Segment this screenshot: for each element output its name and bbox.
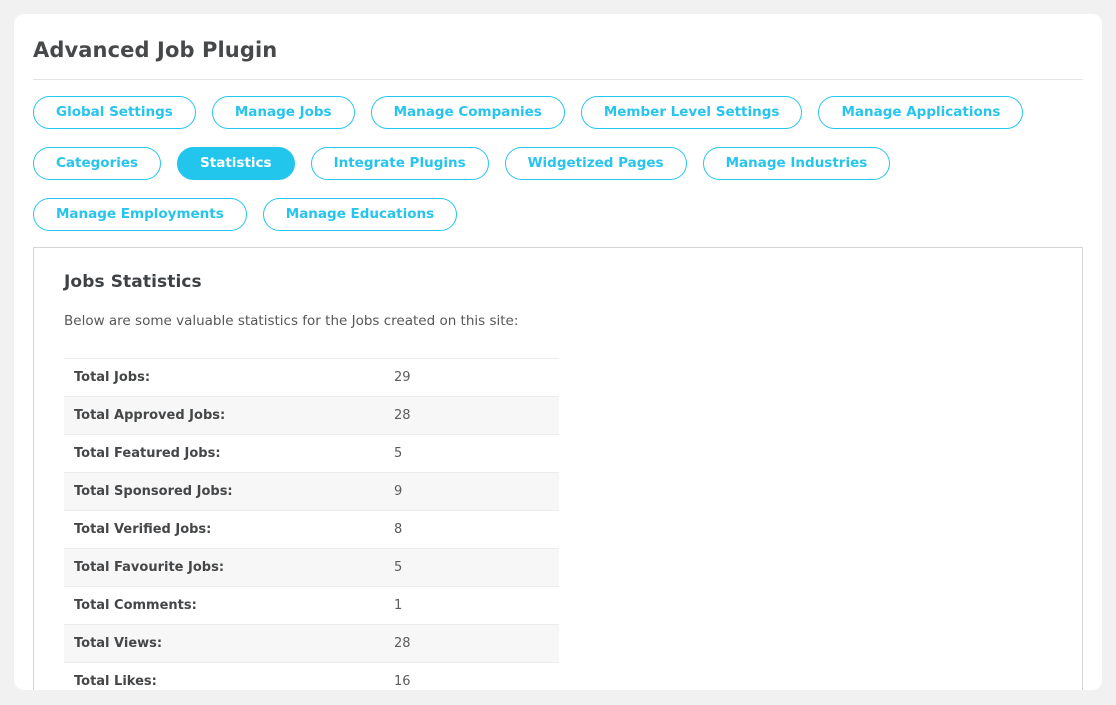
tab-manage-companies[interactable]: Manage Companies <box>370 96 565 129</box>
admin-page-card: Advanced Job Plugin Global Settings Manag… <box>14 14 1102 690</box>
tab-manage-educations[interactable]: Manage Educations <box>262 198 458 231</box>
stat-value: 29 <box>386 357 559 397</box>
table-row: Total Likes: 16 <box>64 661 559 690</box>
tab-manage-industries[interactable]: Manage Industries <box>702 147 891 180</box>
stat-label: Total Verified Jobs: <box>64 509 386 549</box>
stat-value: 5 <box>386 433 559 473</box>
panel-description: Below are some valuable statistics for t… <box>64 313 519 329</box>
table-row: Total Comments: 1 <box>64 585 559 625</box>
stat-value: 5 <box>386 547 559 587</box>
stat-value: 28 <box>386 395 559 435</box>
stat-label: Total Featured Jobs: <box>64 433 386 473</box>
stat-label: Total Favourite Jobs: <box>64 547 386 587</box>
tab-bar: Global Settings Manage Jobs Manage Compani… <box>14 80 1102 231</box>
table-row: Total Views: 28 <box>64 623 559 663</box>
tab-member-level-settings[interactable]: Member Level Settings <box>580 96 803 129</box>
stat-value: 28 <box>386 623 559 663</box>
stat-value: 1 <box>386 585 559 625</box>
stat-label: Total Comments: <box>64 585 386 625</box>
table-row: Total Jobs: 29 <box>64 357 559 397</box>
page-title: Advanced Job Plugin <box>33 38 278 62</box>
tab-manage-applications[interactable]: Manage Applications <box>818 96 1024 129</box>
tab-statistics[interactable]: Statistics <box>177 147 295 180</box>
stat-label: Total Jobs: <box>64 357 386 397</box>
table-row: Total Verified Jobs: 8 <box>64 509 559 549</box>
stat-label: Total Likes: <box>64 661 386 690</box>
stat-value: 16 <box>386 661 559 690</box>
statistics-table: Total Jobs: 29 Total Approved Jobs: 28 Total… <box>64 357 559 690</box>
tab-widgetized-pages[interactable]: Widgetized Pages <box>504 147 687 180</box>
panel-title: Jobs Statistics <box>64 272 202 292</box>
stat-label: Total Views: <box>64 623 386 663</box>
stat-value: 9 <box>386 471 559 511</box>
table-row: Total Favourite Jobs: 5 <box>64 547 559 587</box>
stat-label: Total Sponsored Jobs: <box>64 471 386 511</box>
statistics-panel: Jobs Statistics Below are some valuable … <box>33 247 1083 690</box>
table-row: Total Featured Jobs: 5 <box>64 433 559 473</box>
tab-integrate-plugins[interactable]: Integrate Plugins <box>310 147 489 180</box>
table-row: Total Approved Jobs: 28 <box>64 395 559 435</box>
tab-manage-employments[interactable]: Manage Employments <box>33 198 247 231</box>
stat-label: Total Approved Jobs: <box>64 395 386 435</box>
tab-global-settings[interactable]: Global Settings <box>33 96 196 129</box>
tab-categories[interactable]: Categories <box>33 147 162 180</box>
table-row: Total Sponsored Jobs: 9 <box>64 471 559 511</box>
tab-manage-jobs[interactable]: Manage Jobs <box>211 96 355 129</box>
stat-value: 8 <box>386 509 559 549</box>
statistics-table-body: Total Jobs: 29 Total Approved Jobs: 28 Total… <box>64 357 559 690</box>
